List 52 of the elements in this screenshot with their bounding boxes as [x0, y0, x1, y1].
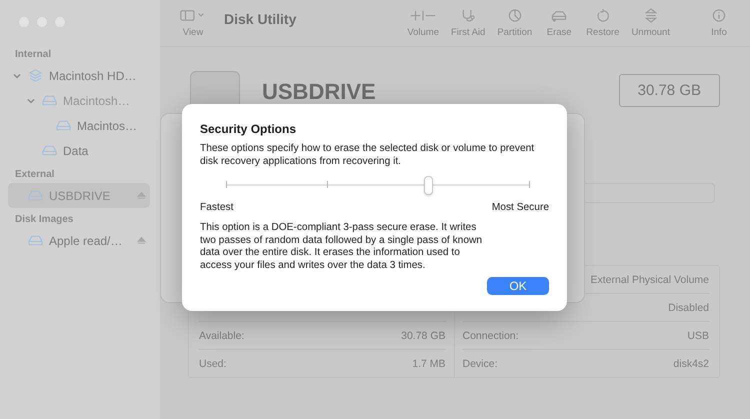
dialog-title: Security Options: [200, 122, 298, 136]
eject-icon[interactable]: [137, 236, 146, 245]
drive-icon: [42, 144, 57, 157]
sidebar-item[interactable]: USBDRIVE: [8, 183, 150, 208]
drive-icon: [42, 94, 57, 107]
sidebar-item-label: Data: [63, 144, 90, 158]
security-slider[interactable]: [226, 176, 529, 194]
drive-icon: [56, 119, 71, 132]
info-value: External Physical Volume: [590, 274, 709, 286]
slider-max-label: Most Secure: [492, 202, 549, 213]
toolbar-button[interactable]: Volume: [403, 8, 443, 38]
sidebar-item-label: Apple read/…: [49, 234, 124, 248]
info-value: disk4s2: [673, 358, 709, 370]
drive-icon: [28, 234, 43, 247]
sidebar-item[interactable]: Macintosh…: [8, 88, 150, 113]
sidebar-item[interactable]: Apple read/…: [8, 228, 150, 253]
slider-min-label: Fastest: [200, 202, 234, 213]
info-label: Used:: [199, 358, 226, 370]
info-value: USB: [687, 330, 709, 342]
dialog-description: These options specify how to erase the selected disk or volume to prevent disk recovery applications from recovering it.: [200, 143, 536, 168]
toolbar-button[interactable]: Restore: [582, 8, 624, 38]
ok-button[interactable]: OK: [487, 277, 549, 295]
device-name: USBDRIVE: [262, 79, 376, 105]
sidebar-item[interactable]: Data: [8, 138, 150, 163]
toolbar-button[interactable]: Unmount: [627, 8, 674, 38]
info-label: Connection:: [462, 330, 519, 342]
toolbar-button[interactable]: First Aid: [447, 8, 490, 38]
view-button[interactable]: View: [174, 8, 212, 38]
option-explanation: This option is a DOE-compliant 3-pass secure erase. It writes two passes of random data followed by a single pass of known data over the entire disk. It erases the information used to access your files and writes over the data 3 times.: [200, 222, 484, 272]
sidebar-item[interactable]: Macintosh HD…: [8, 63, 150, 88]
section-heading: Disk Images: [14, 213, 74, 227]
toolbar-button[interactable]: Erase: [540, 8, 578, 38]
toolbar-button[interactable]: Partition: [493, 8, 536, 38]
section-heading: External: [14, 168, 56, 182]
info-label: Device:: [462, 358, 498, 370]
eject-icon[interactable]: [137, 191, 146, 200]
info-value: 30.78 GB: [401, 330, 446, 342]
sidebar-item-label: USBDRIVE: [49, 188, 112, 202]
capacity-label: 30.78 GB: [618, 74, 720, 106]
info-value: Disabled: [668, 302, 709, 314]
window-title: Disk Utility: [224, 11, 296, 27]
info-label: Available:: [199, 330, 244, 342]
sidebar-item-label: Macintosh HD…: [49, 68, 138, 82]
sidebar-item-label: Macintosh…: [63, 94, 131, 108]
info-value: 1.7 MB: [412, 358, 446, 370]
toolbar-button[interactable]: Info: [700, 8, 738, 38]
sidebar-item[interactable]: Macintos…: [8, 113, 150, 138]
section-heading: Internal: [14, 48, 52, 62]
layers-icon: [28, 69, 43, 82]
drive-icon: [28, 189, 43, 202]
sidebar-item-label: Macintos…: [77, 118, 138, 132]
slider-thumb[interactable]: [424, 176, 434, 195]
